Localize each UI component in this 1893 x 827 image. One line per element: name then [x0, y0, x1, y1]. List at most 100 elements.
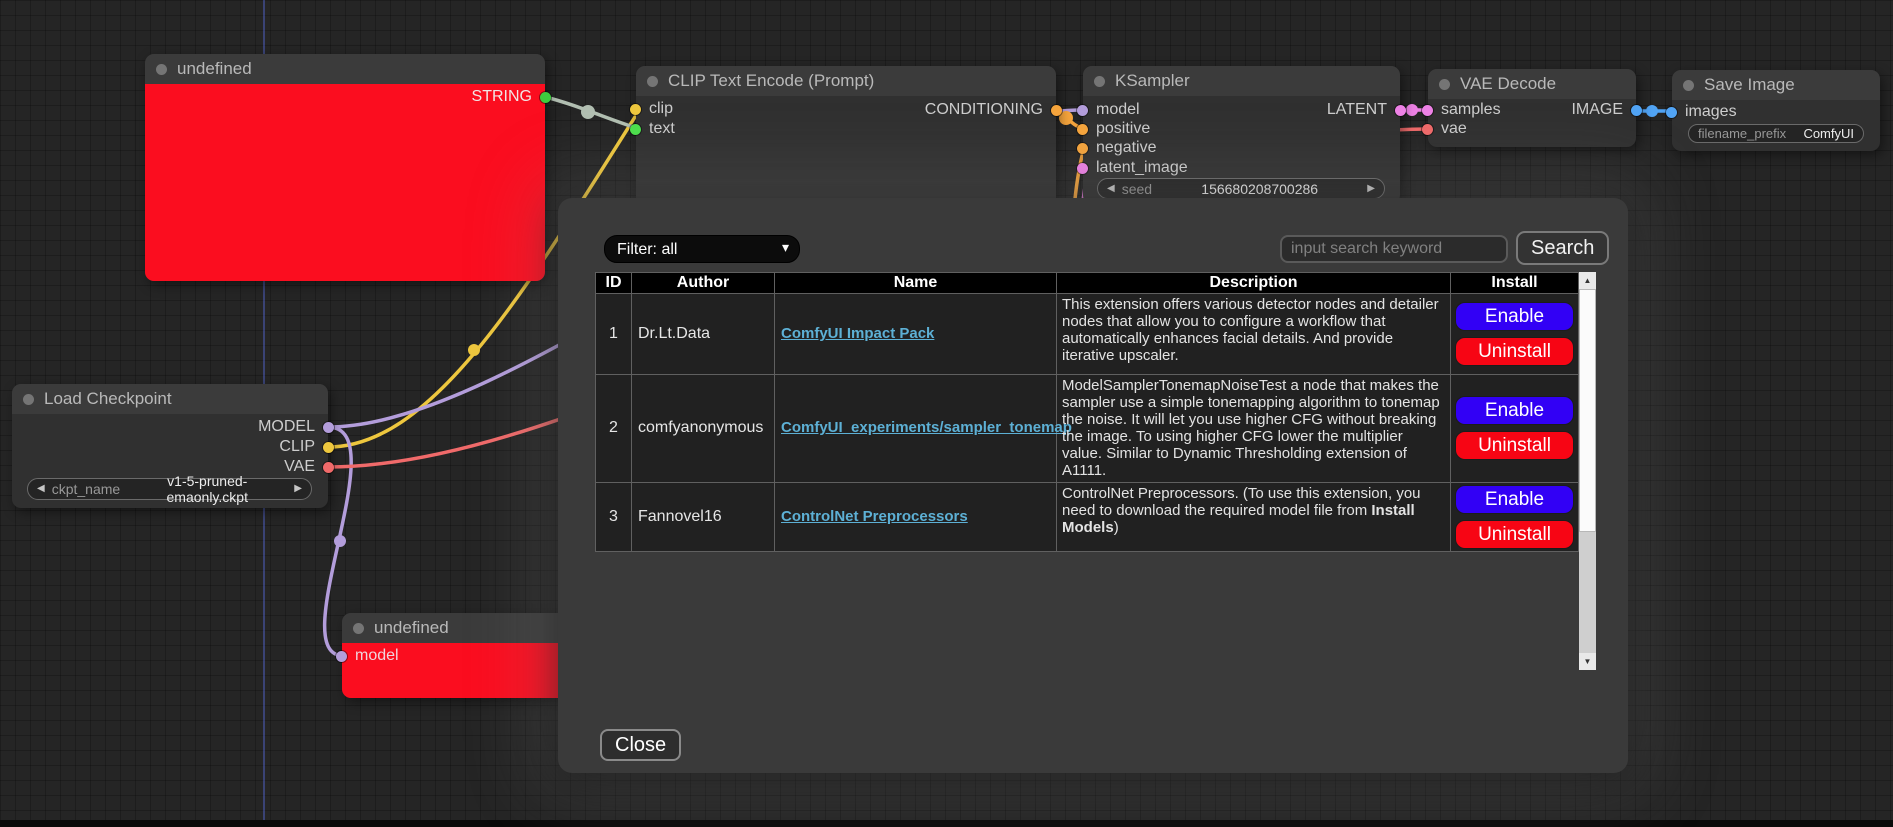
vae-slot-icon[interactable]	[323, 462, 334, 473]
table-row: 2 comfyanonymous ComfyUI_experiments/sam…	[596, 375, 1579, 483]
slot-label: clip	[649, 100, 673, 118]
extension-link[interactable]: ControlNet Preprocessors	[781, 508, 968, 525]
node-title: undefined	[374, 618, 449, 638]
search-button[interactable]: Search	[1516, 231, 1609, 265]
output-slot-model[interactable]: MODEL	[258, 418, 334, 436]
wire-dot[interactable]	[581, 105, 595, 119]
cell-description: ModelSamplerTonemapNoiseTest a node that…	[1057, 375, 1451, 483]
uninstall-button[interactable]: Uninstall	[1455, 337, 1574, 366]
seed-widget[interactable]: ◀ seed 156680208700286 ▶	[1097, 178, 1385, 199]
widget-label: ckpt_name	[52, 481, 120, 497]
node-collapse-icon[interactable]	[1439, 79, 1450, 90]
table-row: 3 Fannovel16 ControlNet Preprocessors Co…	[596, 482, 1579, 551]
model-slot-icon[interactable]	[323, 422, 334, 433]
input-slot-samples[interactable]: samples	[1422, 101, 1501, 119]
node-collapse-icon[interactable]	[1683, 80, 1694, 91]
uninstall-button[interactable]: Uninstall	[1455, 520, 1574, 549]
filter-select[interactable]: Filter: all	[604, 235, 800, 263]
widget-value: v1-5-pruned-emaonly.ckpt	[127, 473, 287, 505]
model-slot-icon[interactable]	[1077, 105, 1088, 116]
model-slot-icon[interactable]	[336, 651, 347, 662]
input-slot-images[interactable]: images	[1666, 103, 1737, 121]
slot-label: images	[1685, 103, 1737, 121]
node-vae-decode[interactable]: VAE Decode samples vae IMAGE	[1428, 69, 1636, 147]
image-slot-icon[interactable]	[1666, 107, 1677, 118]
node-title-bar[interactable]: Save Image	[1672, 70, 1880, 100]
node-collapse-icon[interactable]	[353, 623, 364, 634]
output-slot-image[interactable]: IMAGE	[1571, 101, 1642, 119]
comfyui-canvas[interactable]: undefined STRING CLIP Text Encode (Promp…	[0, 0, 1893, 827]
output-slot-conditioning[interactable]: CONDITIONING	[925, 101, 1062, 119]
extension-link[interactable]: ComfyUI Impact Pack	[781, 325, 934, 342]
cell-description: This extension offers various detector n…	[1057, 294, 1451, 375]
input-slot-model[interactable]: model	[1077, 101, 1140, 119]
wire-dot[interactable]	[334, 535, 346, 547]
output-slot-latent[interactable]: LATENT	[1327, 101, 1406, 119]
search-input[interactable]	[1280, 235, 1508, 263]
latent-slot-icon[interactable]	[1395, 105, 1406, 116]
latent-slot-icon[interactable]	[1077, 163, 1088, 174]
clip-slot-icon[interactable]	[630, 104, 641, 115]
description-text: This extension offers various detector n…	[1062, 296, 1439, 364]
node-collapse-icon[interactable]	[1094, 76, 1105, 87]
input-slot-positive[interactable]: positive	[1077, 120, 1150, 138]
ckpt-name-widget[interactable]: ◀ ckpt_name v1-5-pruned-emaonly.ckpt ▶	[27, 478, 312, 500]
cell-id: 1	[596, 294, 632, 375]
wire-dot[interactable]	[1406, 104, 1418, 116]
output-slot-string[interactable]: STRING	[472, 88, 551, 106]
input-slot-clip[interactable]: clip	[630, 100, 673, 118]
slot-label: model	[1096, 101, 1140, 119]
conditioning-slot-icon[interactable]	[1077, 143, 1088, 154]
conditioning-slot-icon[interactable]	[1051, 105, 1062, 116]
output-slot-vae[interactable]: VAE	[284, 458, 334, 476]
vae-slot-icon[interactable]	[1422, 124, 1433, 135]
node-body: images filename_prefix ComfyUI	[1672, 100, 1880, 151]
wire-dot[interactable]	[1646, 105, 1658, 117]
wire-dot[interactable]	[468, 344, 480, 356]
clip-slot-icon[interactable]	[323, 442, 334, 453]
output-slot-clip[interactable]: CLIP	[279, 438, 334, 456]
extension-link[interactable]: ComfyUI_experiments/sampler_tonemap	[781, 419, 1072, 436]
node-title-bar[interactable]: KSampler	[1083, 66, 1400, 96]
node-title-bar[interactable]: CLIP Text Encode (Prompt)	[636, 66, 1056, 96]
string-slot-icon[interactable]	[540, 92, 551, 103]
table-scrollbar[interactable]: ▲ ▼	[1579, 272, 1596, 670]
node-collapse-icon[interactable]	[156, 64, 167, 75]
node-undefined-top[interactable]: undefined STRING	[145, 54, 545, 281]
enable-button[interactable]: Enable	[1455, 485, 1574, 514]
scroll-down-icon[interactable]: ▼	[1579, 653, 1596, 670]
node-ksampler[interactable]: KSampler model positive negative latent_…	[1083, 66, 1400, 204]
arrow-left-icon[interactable]: ◀	[37, 484, 45, 494]
slot-label: LATENT	[1327, 101, 1387, 119]
input-slot-latent-image[interactable]: latent_image	[1077, 159, 1188, 177]
arrow-right-icon[interactable]: ▶	[294, 484, 302, 494]
conditioning-slot-icon[interactable]	[1077, 124, 1088, 135]
enable-button[interactable]: Enable	[1455, 396, 1574, 425]
node-collapse-icon[interactable]	[647, 76, 658, 87]
close-button[interactable]: Close	[600, 729, 681, 761]
scroll-up-icon[interactable]: ▲	[1579, 272, 1596, 289]
input-slot-text[interactable]: text	[630, 120, 675, 138]
input-slot-model[interactable]: model	[336, 647, 399, 665]
node-title-bar[interactable]: Load Checkpoint	[12, 384, 328, 414]
node-title-bar[interactable]: VAE Decode	[1428, 69, 1636, 99]
uninstall-button[interactable]: Uninstall	[1455, 431, 1574, 460]
arrow-right-icon[interactable]: ▶	[1367, 184, 1375, 194]
scrollbar-thumb[interactable]	[1579, 289, 1596, 532]
node-load-checkpoint[interactable]: Load Checkpoint MODEL CLIP VAE ◀ ckpt_na…	[12, 384, 328, 508]
text-slot-icon[interactable]	[630, 124, 641, 135]
input-slot-negative[interactable]: negative	[1077, 139, 1157, 157]
node-save-image[interactable]: Save Image images filename_prefix ComfyU…	[1672, 70, 1880, 151]
image-slot-icon[interactable]	[1631, 105, 1642, 116]
arrow-left-icon[interactable]: ◀	[1107, 184, 1115, 194]
input-slot-vae[interactable]: vae	[1422, 120, 1467, 138]
description-text: )	[1114, 519, 1119, 536]
node-collapse-icon[interactable]	[23, 394, 34, 405]
latent-slot-icon[interactable]	[1422, 105, 1433, 116]
cell-id: 3	[596, 482, 632, 551]
enable-button[interactable]: Enable	[1455, 302, 1574, 331]
description-text: ControlNet Preprocessors. (To use this e…	[1062, 485, 1421, 519]
table-header-row: ID Author Name Description Install	[596, 273, 1579, 294]
filename-prefix-widget[interactable]: filename_prefix ComfyUI	[1688, 124, 1864, 143]
node-title-bar[interactable]: undefined	[145, 54, 545, 84]
